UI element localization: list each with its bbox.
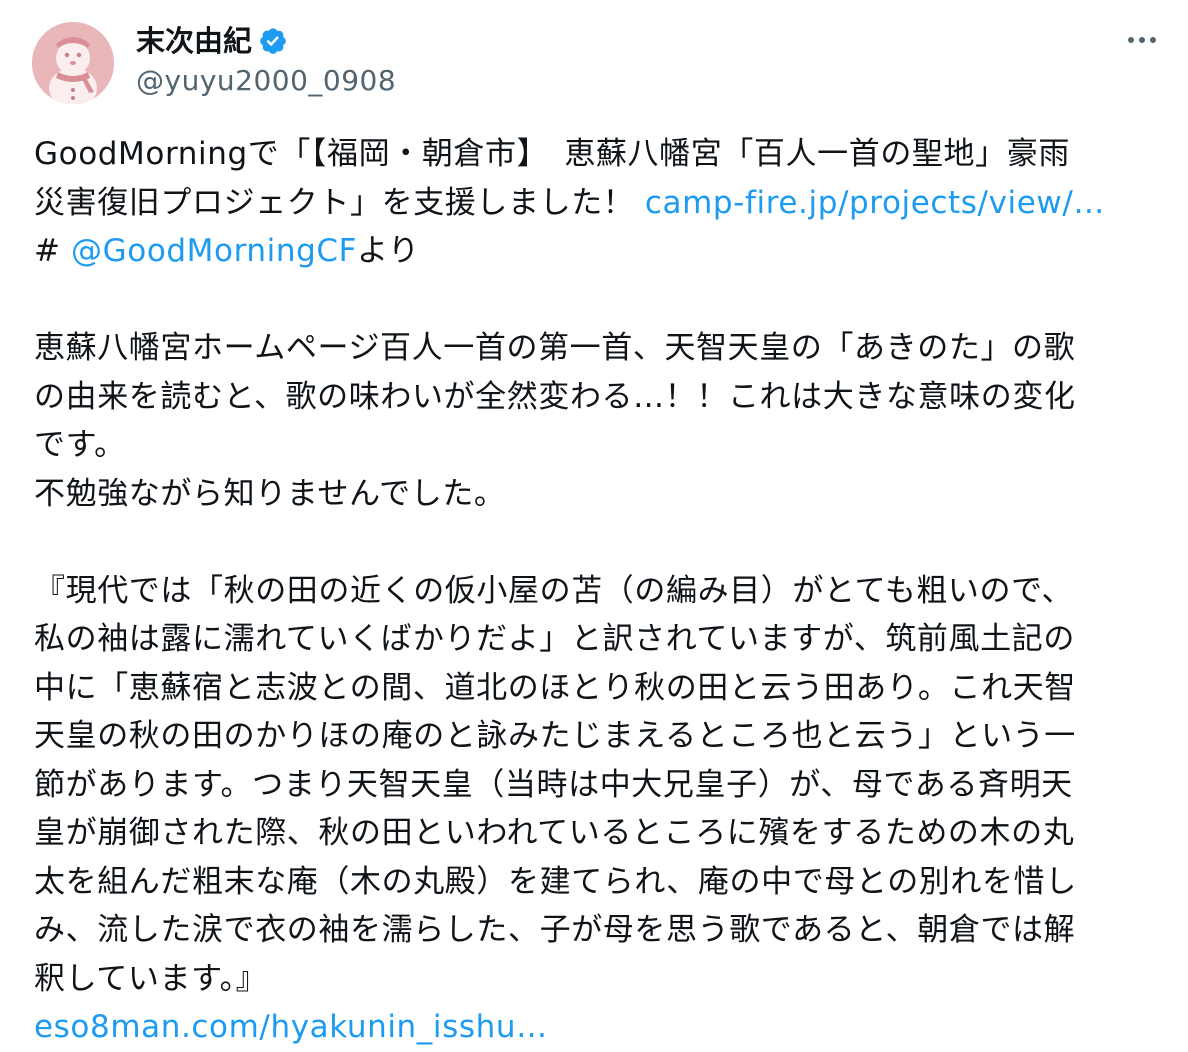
dot: [1128, 37, 1134, 43]
snowman-avatar-icon: [32, 22, 114, 104]
author-display-name[interactable]: 末次由紀: [136, 22, 252, 60]
campfire-link[interactable]: camp-fire.jp/projects/view/…: [645, 185, 1105, 221]
avatar[interactable]: [32, 22, 114, 104]
eso8man-link[interactable]: eso8man.com/hyakunin_isshu…: [34, 1003, 1164, 1052]
dot: [1150, 37, 1156, 43]
tweet-line: 私の袖は露に濡れていくばかりだよ」と訳されていますが、筑前風土記の: [34, 621, 1075, 657]
tweet-text-segment: より: [357, 233, 420, 269]
tweet-line: 釈しています。』: [34, 960, 268, 997]
tweet-line: 中に「恵蘇宿と志波との間、道北のほとり秋の田と云う田あり。これ天智: [34, 669, 1076, 706]
tweet-line: 恵蘇八幡宮ホームページ百人一首の第一首、天智天皇の「あきのた」の歌: [34, 330, 1076, 366]
tweet-line: GoodMorningで「【福岡・朝倉市】 恵蘇八幡宮「百人一首の聖地」豪雨: [34, 136, 1070, 172]
tweet-line: 災害復旧プロジェクト」を支援しました！ camp-fire.jp/project…: [34, 179, 1164, 228]
more-options-icon[interactable]: [1122, 22, 1162, 58]
tweet-line: 皇が崩御された際、秋の田といわれているところに殯をするための木の丸: [34, 815, 1075, 851]
tweet-line: み、流した涙で衣の袖を濡らした、子が母を思う歌であると、朝倉では解: [34, 912, 1076, 948]
tweet-card: 末次由紀 @yuyu2000_0908 GoodMorningで「【福岡・朝倉市…: [0, 0, 1188, 1052]
tweet-line: 天皇の秋の田のかりほの庵のと詠みたじまえるところ也と云う」という一: [34, 718, 1076, 754]
tweet-line: 節があります。つまり天智天皇（当時は中大兄皇子）が、母である斉明天: [34, 766, 1073, 803]
tweet-line: # @GoodMorningCFより: [34, 227, 1164, 276]
tweet-line: 太を組んだ粗末な庵（木の丸殿）を建てられ、庵の中で母との別れを惜し: [34, 863, 1077, 900]
mention-link[interactable]: @GoodMorningCF: [71, 233, 357, 269]
dot: [1139, 37, 1145, 43]
tweet-line: の由来を読むと、歌の味わいが全然変わる…！！これは大きな意味の変化: [34, 378, 1076, 415]
tweet-text-segment: 災害復旧プロジェクト」を支援しました！: [34, 184, 645, 221]
tweet-text: GoodMorningで「【福岡・朝倉市】 恵蘇八幡宮「百人一首の聖地」豪雨 災…: [34, 130, 1164, 1052]
author-name-row[interactable]: 末次由紀: [136, 22, 288, 60]
tweet-line: 『現代では「秋の田の近くの仮小屋の苫（の編み目）がとても粗いので、: [34, 572, 1074, 609]
hashtag-symbol: #: [34, 233, 72, 269]
author-handle[interactable]: @yuyu2000_0908: [136, 62, 396, 100]
tweet-line: です。: [34, 427, 126, 463]
verified-badge-icon: [258, 26, 288, 56]
tweet-line: 不勉強ながら知りませんでした。: [34, 475, 506, 512]
